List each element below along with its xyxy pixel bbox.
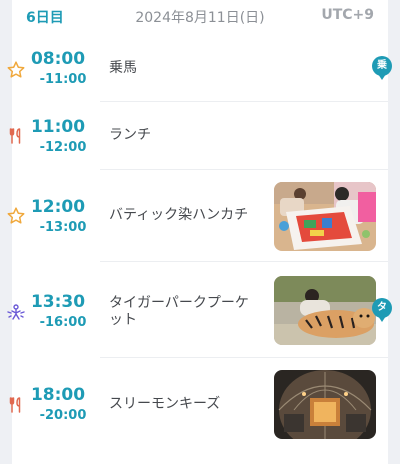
restaurant-icon [6,126,26,146]
map-pin-label: 乗 [372,56,392,76]
restaurant-icon [6,395,26,415]
itinerary-item[interactable]: 13:30 -16:00 タイガーパークプーケット タ [0,262,400,358]
start-time: 13:30 [30,292,86,312]
item-title: 乗馬 [109,60,137,76]
start-time: 08:00 [30,49,86,69]
itinerary-item[interactable]: 08:00 -11:00 乗馬 乗 [0,34,400,102]
star-icon [6,60,26,80]
item-title: バティック染ハンカチ [109,207,249,223]
map-pin-label: タ [372,298,392,318]
restaurant-dome-photo[interactable] [274,370,376,439]
end-time: -13:00 [39,220,87,235]
start-time: 18:00 [30,385,86,405]
start-time: 11:00 [30,117,86,137]
item-title: ランチ [109,127,151,143]
tiger-park-photo[interactable] [274,276,376,345]
item-title: タイガーパークプーケット [109,295,249,328]
map-pin-icon[interactable]: タ [372,298,394,324]
start-time: 12:00 [30,197,86,217]
itinerary-item[interactable]: 18:00 -20:00 スリーモンキーズ [0,358,400,456]
end-time: -12:00 [39,140,87,155]
star-icon [6,206,26,226]
batik-workshop-photo[interactable] [274,182,376,251]
day-header: 6日目 2024年8月11日(日) UTC+9 [0,0,400,34]
timezone-label: UTC+9 [321,7,374,23]
end-time: -16:00 [39,315,87,330]
itinerary-item[interactable]: 11:00 -12:00 ランチ [0,102,400,170]
end-time: -20:00 [39,408,87,423]
item-title: スリーモンキーズ [109,396,221,412]
map-pin-icon[interactable]: 乗 [372,56,394,82]
end-time: -11:00 [39,72,87,87]
activity-icon [6,302,26,322]
itinerary-item[interactable]: 12:00 -13:00 バティック染ハンカチ [0,170,400,262]
